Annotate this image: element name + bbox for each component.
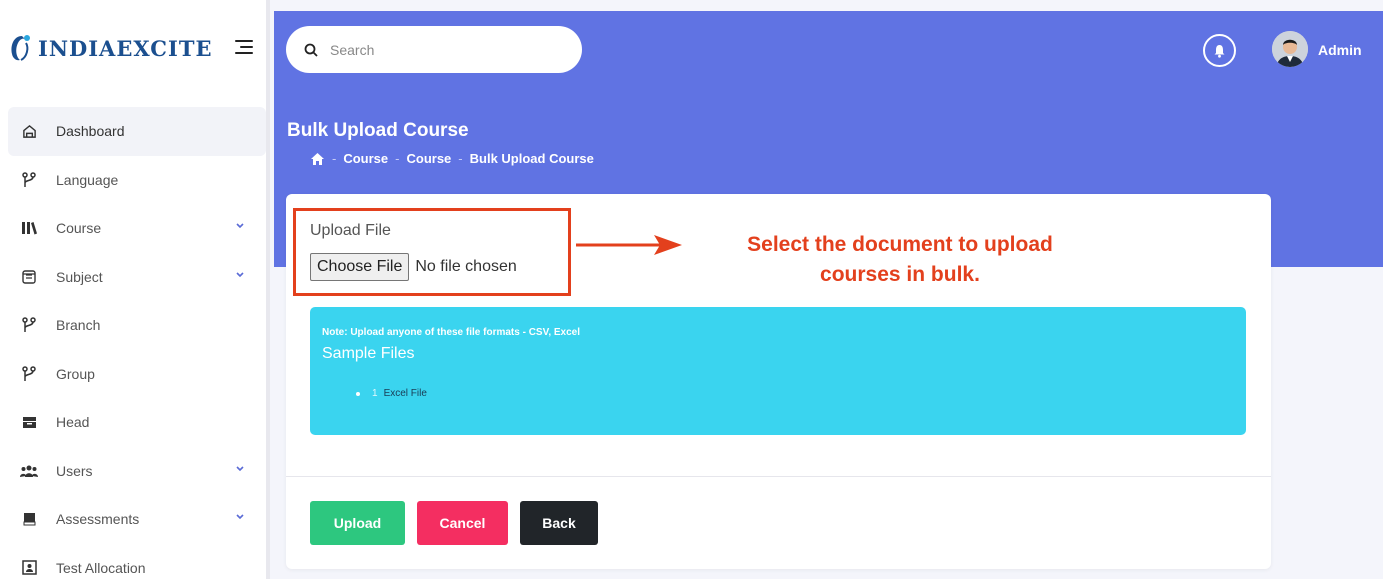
annotation-line: courses in bulk. <box>820 263 980 286</box>
sidebar-item-label: Course <box>56 220 102 237</box>
sample-files-heading: Sample Files <box>322 345 415 362</box>
annotation-highlight-box <box>293 208 571 296</box>
search-bar[interactable] <box>286 26 582 73</box>
brand-logo[interactable]: INDIAEXCITE <box>8 28 263 68</box>
sample-excel-link[interactable]: Excel File <box>384 388 427 399</box>
branch-icon <box>20 365 38 383</box>
sample-index: 1 <box>372 388 378 399</box>
back-button[interactable]: Back <box>520 501 598 545</box>
sidebar-item-label: Group <box>56 365 95 382</box>
allocation-icon <box>20 559 38 577</box>
sidebar-item-label: Test Allocation <box>56 559 146 576</box>
sidebar-item-head[interactable]: Head <box>8 398 266 447</box>
breadcrumb-separator: - <box>395 151 400 166</box>
bullet-icon <box>356 391 360 396</box>
sidebar-item-test-allocation[interactable]: Test Allocation <box>8 544 266 579</box>
notification-button[interactable] <box>1203 34 1236 67</box>
breadcrumb: - Course - Course - Bulk Upload Course <box>310 151 594 166</box>
upload-button[interactable]: Upload <box>310 501 405 545</box>
menu-toggle-icon[interactable] <box>235 40 253 54</box>
sidebar-item-label: Head <box>56 414 90 431</box>
breadcrumb-separator: - <box>332 151 337 166</box>
books-icon <box>20 219 38 237</box>
chevron-down-icon[interactable] <box>236 222 244 230</box>
avatar[interactable] <box>1272 31 1308 67</box>
sidebar-item-label: Subject <box>56 268 103 285</box>
annotation-arrow-icon <box>576 235 682 255</box>
users-icon <box>20 462 38 480</box>
sidebar-item-group[interactable]: Group <box>8 350 266 399</box>
book-icon <box>20 510 38 528</box>
page-title: Bulk Upload Course <box>287 120 469 141</box>
sidebar-item-label: Assessments <box>56 511 140 528</box>
chevron-down-icon[interactable] <box>236 465 244 473</box>
sidebar-item-label: Users <box>56 462 93 479</box>
sample-files-box: Note: Upload anyone of these file format… <box>310 307 1246 435</box>
sidebar-item-branch[interactable]: Branch <box>8 301 266 350</box>
divider <box>286 476 1271 477</box>
chevron-down-icon[interactable] <box>236 513 244 521</box>
branch-icon <box>20 316 38 334</box>
breadcrumb-current: Bulk Upload Course <box>469 151 594 166</box>
subject-icon <box>20 268 38 286</box>
sidebar-nav: Dashboard Language Course Subject Branch… <box>8 107 266 579</box>
sample-file-item: 1 Excel File <box>356 388 427 399</box>
archive-icon <box>20 413 38 431</box>
user-avatar-icon <box>1272 31 1308 67</box>
annotation-text: Select the document to upload courses in… <box>690 230 1110 290</box>
sidebar-item-label: Dashboard <box>56 123 125 140</box>
brand-name: INDIAEXCITE <box>38 35 213 61</box>
branch-icon <box>20 171 38 189</box>
search-input[interactable] <box>330 41 570 58</box>
sidebar: INDIAEXCITE Dashboard Language Course Su… <box>0 0 270 579</box>
user-name[interactable]: Admin <box>1318 42 1362 58</box>
breadcrumb-separator: - <box>458 151 463 166</box>
bell-icon <box>1214 44 1225 58</box>
home-icon[interactable] <box>310 152 325 166</box>
sidebar-item-subject[interactable]: Subject <box>8 253 266 302</box>
sidebar-item-label: Language <box>56 171 119 188</box>
logo-icon <box>11 35 30 61</box>
sidebar-item-language[interactable]: Language <box>8 156 266 205</box>
breadcrumb-item[interactable]: Course <box>406 151 451 166</box>
cancel-button[interactable]: Cancel <box>417 501 508 545</box>
sidebar-item-assessments[interactable]: Assessments <box>8 495 266 544</box>
breadcrumb-item[interactable]: Course <box>343 151 388 166</box>
file-format-note: Note: Upload anyone of these file format… <box>322 327 581 338</box>
sidebar-item-users[interactable]: Users <box>8 447 266 496</box>
annotation-line: Select the document to upload <box>747 233 1053 256</box>
chevron-down-icon[interactable] <box>236 271 244 279</box>
dashboard-icon <box>20 122 38 140</box>
sidebar-item-dashboard[interactable]: Dashboard <box>8 107 266 156</box>
sidebar-item-label: Branch <box>56 317 101 334</box>
search-icon <box>304 43 318 57</box>
sidebar-item-course[interactable]: Course <box>8 204 266 253</box>
